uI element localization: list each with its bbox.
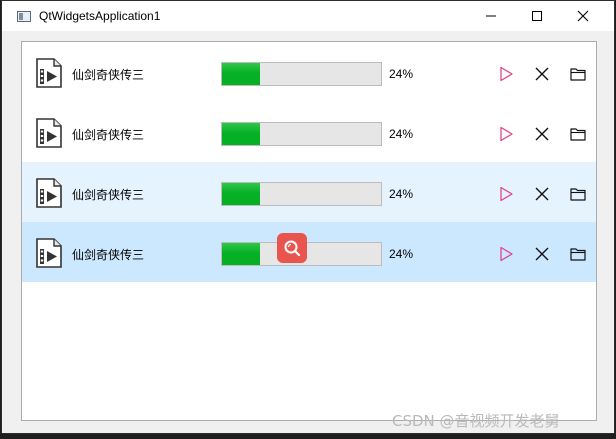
progress-percent: 24%	[389, 127, 414, 141]
folder-icon	[570, 68, 586, 81]
close-window-button[interactable]	[560, 1, 606, 31]
folder-icon	[570, 188, 586, 201]
list-item[interactable]: 仙剑奇侠传三 24%	[22, 42, 596, 102]
close-icon	[535, 67, 549, 81]
progress-bar	[221, 62, 382, 86]
item-name: 仙剑奇侠传三	[72, 248, 145, 262]
play-icon	[500, 66, 513, 82]
open-folder-button[interactable]	[568, 244, 588, 264]
progress-fill	[222, 183, 261, 205]
open-folder-button[interactable]	[568, 184, 588, 204]
play-icon	[500, 126, 513, 142]
watermark: CSDN @音视频开发老舅	[392, 412, 560, 430]
play-button[interactable]	[496, 64, 516, 84]
title-bar[interactable]: QtWidgetsApplication1	[2, 1, 614, 31]
play-icon	[500, 186, 513, 202]
close-icon	[577, 10, 589, 22]
open-folder-button[interactable]	[568, 124, 588, 144]
item-name: 仙剑奇侠传三	[72, 128, 145, 142]
open-folder-button[interactable]	[568, 64, 588, 84]
folder-icon	[570, 248, 586, 261]
maximize-icon	[532, 11, 542, 21]
progress-fill	[222, 63, 261, 85]
maximize-button[interactable]	[514, 1, 560, 31]
remove-button[interactable]	[532, 184, 552, 204]
progress-percent: 24%	[389, 67, 414, 81]
search-overlay-button[interactable]	[277, 233, 307, 263]
video-file-icon	[36, 58, 62, 88]
progress-fill	[222, 123, 261, 145]
download-list[interactable]: 仙剑奇侠传三 24% 仙剑奇侠传三 24% 仙剑奇侠传三 24% 仙剑奇侠传三 …	[21, 41, 597, 421]
play-button[interactable]	[496, 124, 516, 144]
progress-fill	[222, 243, 261, 265]
video-file-icon	[36, 238, 62, 268]
list-item[interactable]: 仙剑奇侠传三 24%	[22, 222, 596, 282]
play-button[interactable]	[496, 244, 516, 264]
folder-icon	[570, 128, 586, 141]
progress-bar	[221, 182, 382, 206]
close-icon	[535, 247, 549, 261]
app-icon	[17, 11, 31, 22]
close-icon	[535, 187, 549, 201]
remove-button[interactable]	[532, 244, 552, 264]
remove-button[interactable]	[532, 124, 552, 144]
minimize-icon	[486, 15, 496, 17]
video-file-icon	[36, 118, 62, 148]
progress-bar	[221, 122, 382, 146]
progress-percent: 24%	[389, 187, 414, 201]
remove-button[interactable]	[532, 64, 552, 84]
play-icon	[500, 246, 513, 262]
search-icon	[284, 240, 301, 257]
list-item[interactable]: 仙剑奇侠传三 24%	[22, 102, 596, 162]
video-file-icon	[36, 178, 62, 208]
app-window: QtWidgetsApplication1 仙剑奇侠传三 24% 仙剑奇侠传三 …	[1, 0, 615, 434]
minimize-button[interactable]	[468, 1, 514, 31]
item-name: 仙剑奇侠传三	[72, 68, 145, 82]
item-name: 仙剑奇侠传三	[72, 188, 145, 202]
list-item[interactable]: 仙剑奇侠传三 24%	[22, 162, 596, 222]
window-title: QtWidgetsApplication1	[39, 9, 161, 23]
play-button[interactable]	[496, 184, 516, 204]
progress-percent: 24%	[389, 247, 414, 261]
close-icon	[535, 127, 549, 141]
